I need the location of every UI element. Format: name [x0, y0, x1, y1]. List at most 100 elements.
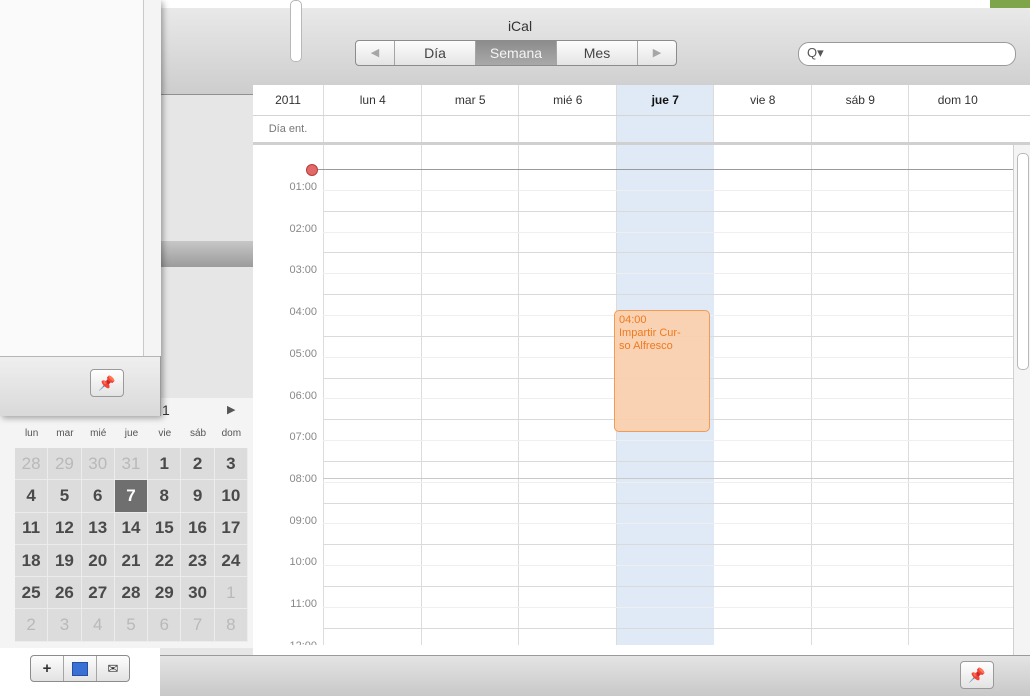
mini-calendar-day[interactable]: 28	[15, 448, 49, 481]
mini-calendar-day[interactable]: 6	[81, 480, 115, 513]
all-day-cell[interactable]	[615, 116, 714, 142]
mini-calendar-day[interactable]: 21	[114, 544, 149, 578]
all-day-cell[interactable]	[518, 116, 617, 142]
half-hour-line	[323, 481, 1013, 483]
mini-calendar-day[interactable]: 29	[48, 448, 82, 481]
day-column[interactable]	[908, 145, 1007, 645]
mini-calendar-day[interactable]: 4	[81, 609, 115, 642]
day-header[interactable]: lun 4	[323, 85, 422, 115]
mini-calendar-day[interactable]: 1	[148, 448, 182, 481]
half-hour-line	[323, 189, 1013, 191]
mini-calendar-day[interactable]: 2	[181, 448, 215, 481]
mini-calendar-day[interactable]: 7	[181, 609, 215, 642]
half-hour-line	[323, 606, 1013, 608]
weekday-label: jue	[124, 428, 139, 439]
all-day-cell[interactable]	[420, 116, 520, 142]
mini-calendar-day[interactable]: 10	[214, 480, 248, 513]
day-header[interactable]: vie 8	[713, 85, 812, 115]
mini-calendar-day[interactable]: 22	[148, 544, 182, 578]
mini-calendar-day[interactable]: 4	[15, 480, 49, 513]
calendar-group-header[interactable]	[160, 241, 253, 267]
mini-calendar-day[interactable]: 28	[114, 577, 149, 610]
day-column[interactable]	[420, 145, 520, 645]
calendar-event[interactable]: 04:00 Impartir Cur-so Alfresco	[614, 310, 710, 432]
mini-calendar-toggle[interactable]	[64, 656, 97, 681]
ical-window: iCal ◀ Día Semana Mes ▶ Q▾ 2011 lun 4 mar 5 mi…	[160, 8, 1030, 696]
weekday-label: mié	[90, 428, 107, 439]
mini-calendar-day[interactable]: 13	[81, 512, 115, 545]
mini-calendar-day[interactable]: 27	[81, 577, 115, 610]
hour-grid[interactable]: 01:00 02:00 03:00 04:00 05:00 06:00 07:00 08:00…	[253, 145, 1013, 645]
mini-calendar-day[interactable]: 5	[48, 480, 82, 513]
day-header[interactable]: sáb 9	[810, 85, 910, 115]
mini-calendar-day[interactable]: 20	[81, 544, 115, 578]
mini-calendar-day[interactable]: 17	[214, 512, 248, 545]
search-icon: Q▾	[807, 45, 824, 60]
inspector-pin-button[interactable]: 📌	[90, 369, 124, 397]
week-header: 2011 lun 4 mar 5 mié 6 jue 7 vie 8 sáb 9 dom 1…	[253, 85, 1030, 116]
mini-calendar-day[interactable]: 6	[148, 609, 182, 642]
year-label: 2011	[275, 93, 301, 107]
half-hour-line	[323, 523, 1013, 525]
mini-calendar-day[interactable]: 3	[48, 609, 82, 642]
mini-calendar-day[interactable]: 15	[148, 512, 182, 545]
day-header[interactable]: mar 5	[420, 85, 520, 115]
hour-label: 10:00	[289, 556, 317, 569]
mini-calendar-day[interactable]: 29	[148, 577, 182, 610]
hour-line	[323, 544, 1013, 546]
prev-week-button[interactable]: ◀	[356, 41, 395, 65]
all-day-cell[interactable]	[908, 116, 1007, 142]
search-field[interactable]: Q▾	[798, 42, 1016, 66]
pin-button[interactable]: 📌	[960, 661, 994, 689]
all-day-cell[interactable]	[323, 116, 422, 142]
day-column[interactable]	[810, 145, 910, 645]
all-day-cell[interactable]	[810, 116, 910, 142]
add-button[interactable]: +	[31, 656, 64, 681]
inspector-scroll-thumb[interactable]	[290, 0, 302, 62]
view-dia-button[interactable]: Día	[395, 41, 476, 65]
mini-calendar-day[interactable]: 7	[114, 480, 149, 513]
mini-calendar-day[interactable]: 2	[15, 609, 49, 642]
week-scrollbar[interactable]	[1013, 145, 1030, 655]
day-header[interactable]: jue 7	[615, 85, 714, 115]
inspector-scrollbar[interactable]	[143, 0, 302, 356]
day-column[interactable]	[323, 145, 422, 645]
notifications-button[interactable]: ✉	[97, 656, 129, 681]
mini-calendar-day[interactable]: 30	[181, 577, 215, 610]
mini-calendar-day[interactable]: 11	[15, 512, 49, 545]
mini-calendar-next-button[interactable]: ▶	[227, 403, 235, 416]
day-header[interactable]: dom 10	[908, 85, 1007, 115]
mini-calendar-day[interactable]: 8	[148, 480, 182, 513]
mini-calendar-day[interactable]: 19	[48, 544, 82, 578]
mini-calendar-day[interactable]: 18	[15, 544, 49, 578]
hour-label: 11:00	[290, 598, 317, 610]
mini-calendar-day[interactable]: 31	[114, 448, 149, 481]
day-header[interactable]: mié 6	[518, 85, 617, 115]
mini-calendar-day[interactable]: 14	[114, 512, 149, 545]
inspector-footer: 📌	[0, 356, 160, 416]
mini-calendar-day[interactable]: 5	[114, 609, 149, 642]
day-column[interactable]	[518, 145, 617, 645]
mini-calendar-day[interactable]: 23	[181, 544, 215, 578]
next-week-button[interactable]: ▶	[638, 41, 676, 65]
mini-calendar-day[interactable]: 9	[181, 480, 215, 513]
mini-calendar-day[interactable]: 24	[214, 544, 248, 578]
view-semana-button[interactable]: Semana	[476, 41, 557, 65]
mini-calendar-day[interactable]: 16	[181, 512, 215, 545]
mini-calendar-day[interactable]: 12	[48, 512, 82, 545]
view-mes-button[interactable]: Mes	[557, 41, 638, 65]
week-scroll-thumb[interactable]	[1017, 153, 1029, 370]
mini-calendar-day[interactable]: 26	[48, 577, 82, 610]
day-column[interactable]	[713, 145, 812, 645]
add-icon: +	[42, 660, 52, 677]
mini-calendar-day[interactable]: 1	[214, 577, 248, 610]
mini-calendar-day[interactable]: 3	[214, 448, 248, 481]
hour-label: 01:00	[289, 181, 317, 193]
mini-calendar-day[interactable]: 30	[81, 448, 115, 481]
bottom-toolbar: 📌	[160, 655, 1030, 696]
mini-calendar-day[interactable]: 25	[15, 577, 49, 610]
mini-calendar-day[interactable]: 8	[214, 609, 248, 642]
hour-line	[323, 294, 1013, 296]
all-day-cell[interactable]	[713, 116, 812, 142]
hour-line	[323, 586, 1013, 587]
